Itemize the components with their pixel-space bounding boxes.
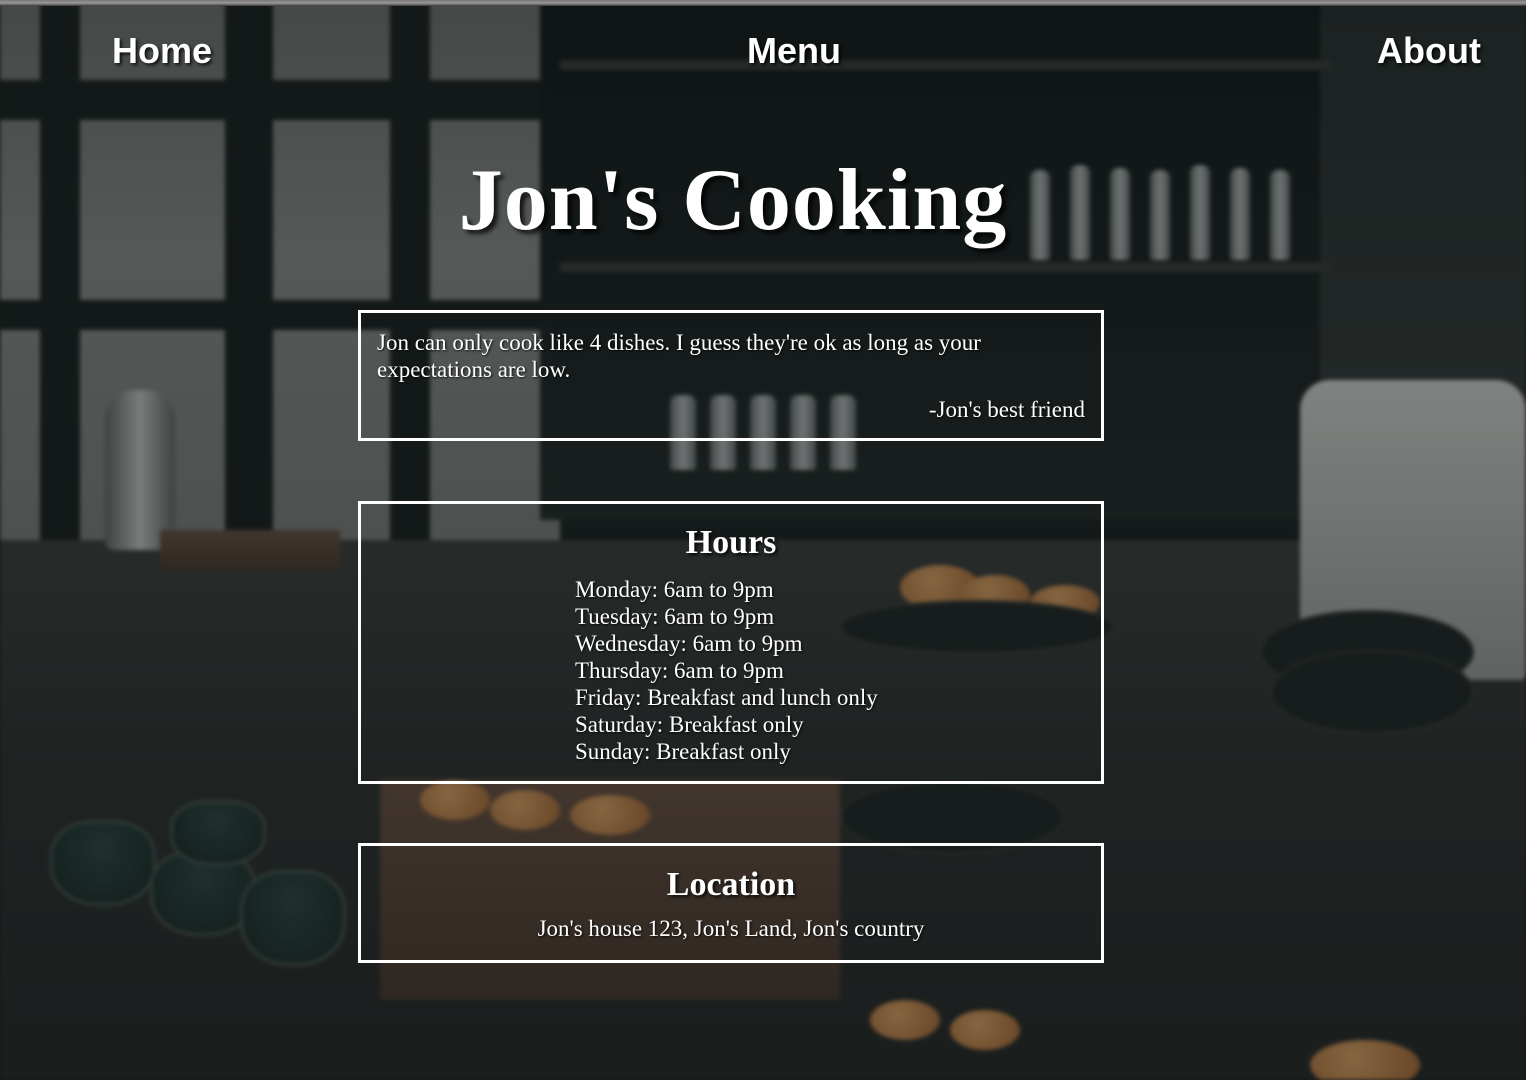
hours-item-monday: Monday: 6am to 9pm (575, 577, 774, 602)
hours-item-friday: Friday: Breakfast and lunch only (575, 685, 878, 710)
quote-author: -Jon's best friend (928, 397, 1085, 422)
hours-item-saturday: Saturday: Breakfast only (575, 712, 804, 737)
hours-heading: Hours (685, 524, 777, 561)
page-title: Jon's Cooking (458, 152, 1008, 249)
nav-link-home[interactable]: Home (112, 30, 212, 72)
top-navigation: Home Menu About (0, 26, 1526, 82)
hours-item-wednesday: Wednesday: 6am to 9pm (575, 631, 803, 656)
hours-item-thursday: Thursday: 6am to 9pm (575, 658, 784, 683)
location-heading: Location (666, 866, 796, 903)
hours-list: Monday: 6am to 9pm Tuesday: 6am to 9pm W… (575, 576, 1101, 765)
quote-box: Jon can only cook like 4 dishes. I guess… (358, 310, 1104, 441)
nav-link-menu[interactable]: Menu (747, 30, 841, 72)
quote-text: Jon can only cook like 4 dishes. I guess… (377, 330, 981, 382)
hours-item-sunday: Sunday: Breakfast only (575, 739, 791, 764)
browser-top-edge (0, 0, 1526, 6)
hours-item-tuesday: Tuesday: 6am to 9pm (575, 604, 775, 629)
location-box: Location Jon's house 123, Jon's Land, Jo… (358, 843, 1104, 963)
hours-box: Hours Monday: 6am to 9pm Tuesday: 6am to… (358, 501, 1104, 784)
location-address: Jon's house 123, Jon's Land, Jon's count… (537, 916, 925, 941)
nav-link-about[interactable]: About (1377, 30, 1481, 72)
